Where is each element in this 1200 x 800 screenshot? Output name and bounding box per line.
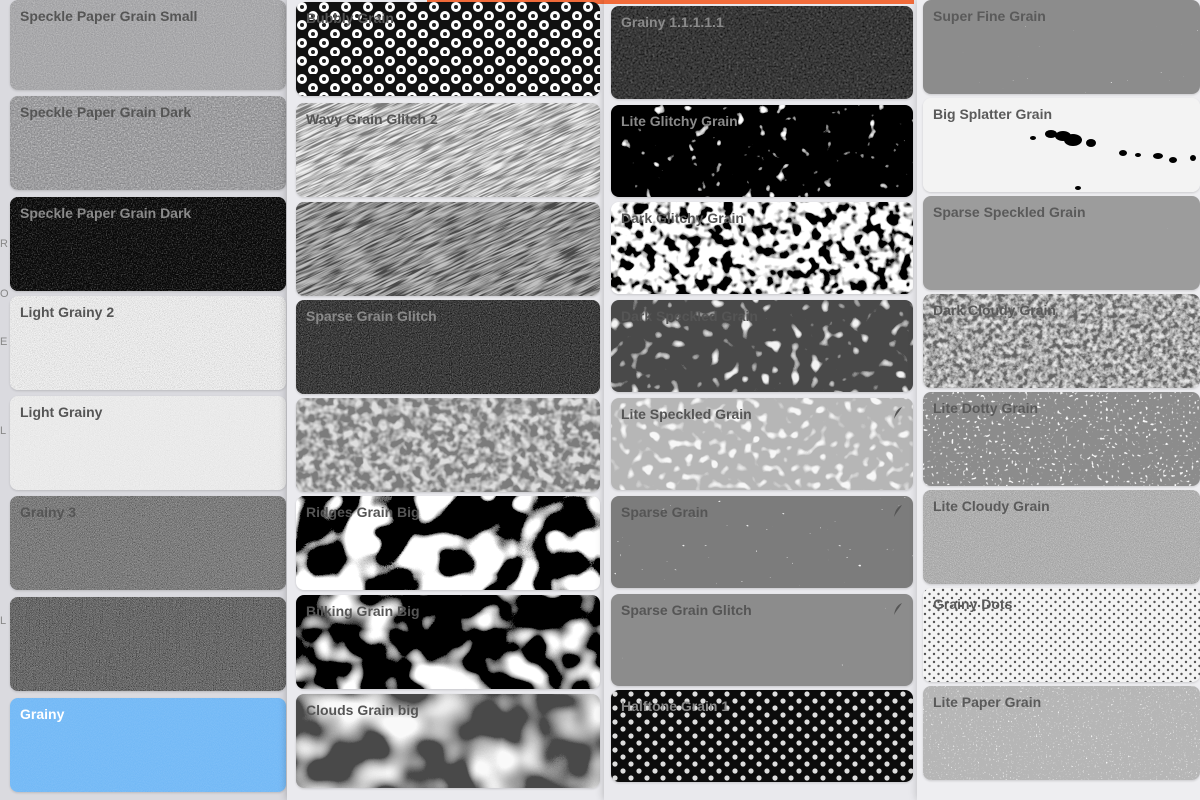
- brush-card[interactable]: Lite Dotty Grain: [923, 392, 1200, 486]
- edge-letter-strip: R O E L L: [0, 0, 10, 800]
- brush-name-label: Sparse Grain Glitch: [306, 308, 437, 324]
- brush-name-label: Lite Dotty Grain: [933, 400, 1039, 416]
- brush-name-label: Lite Glitchy Grain: [621, 113, 738, 129]
- brush-name-label: Dark Cloudy Grain: [933, 302, 1056, 318]
- brush-name-label: Clouds Grain big: [306, 702, 419, 718]
- brush-card[interactable]: Sparse Grain: [611, 496, 913, 588]
- brush-card[interactable]: Ridges Grain Big: [296, 496, 600, 590]
- brush-card[interactable]: Clouds Grain big: [296, 694, 600, 788]
- brush-name-label: Sparse Speckled Grain: [933, 204, 1086, 220]
- brush-name-label: Speckle Paper Grain Dark: [20, 205, 192, 221]
- brush-name-label: Super Fine Grain: [933, 8, 1046, 24]
- brush-column-4: Super Fine Grain Big Splatter Grain Spars…: [917, 0, 1200, 800]
- brush-name-label: Halftone Grain 1: [621, 698, 730, 714]
- edge-letter: R: [0, 238, 8, 250]
- brush-card[interactable]: Sparse Speckled Grain: [923, 196, 1200, 290]
- brush-name-label: Bubbly Grain: [306, 10, 394, 26]
- feather-icon: [894, 603, 902, 615]
- brush-name-label: Grainy 1.1.1.1.1: [621, 14, 724, 30]
- brush-card[interactable]: Speckle Paper Grain Dark: [10, 96, 286, 190]
- brush-card[interactable]: Light Grainy 2: [10, 296, 286, 390]
- brush-card[interactable]: Sparse Grain Glitch: [611, 594, 913, 686]
- brush-card[interactable]: Speckle Paper Grain Dark: [10, 197, 286, 291]
- brush-name-label: Grainy 3: [20, 504, 77, 520]
- brush-name-label: Dark Speckled Grain: [621, 308, 758, 324]
- brush-name-label: Grainy: [20, 706, 65, 722]
- brush-name-label: Lite Paper Grain: [933, 694, 1042, 710]
- brush-card[interactable]: Grainy 1.1.1.1.1: [611, 6, 913, 99]
- brush-card[interactable]: Light Grainy: [10, 396, 286, 490]
- brush-texture-preview: [296, 202, 600, 296]
- brush-name-label: Big Splatter Grain: [933, 106, 1053, 122]
- brush-name-label: Lite Speckled Grain: [621, 406, 752, 422]
- brush-card[interactable]: Super Fine Grain: [923, 0, 1200, 94]
- brush-card[interactable]: Bubbly Grain: [296, 2, 600, 96]
- brush-name-label: Wavy Grain Glitch 2: [306, 111, 438, 127]
- brush-card[interactable]: Lite Paper Grain: [923, 686, 1200, 780]
- brush-texture-preview: [10, 597, 286, 691]
- brush-name-label: Speckle Paper Grain Dark: [20, 104, 192, 120]
- brush-name-label: Ridges Grain Big: [306, 504, 420, 520]
- brush-name-label: Sparse Grain: [621, 504, 709, 520]
- brush-card[interactable]: Speckle Paper Grain Small: [10, 0, 286, 90]
- feather-icon: [894, 407, 902, 419]
- brush-name-label: Speckle Paper Grain Small: [20, 8, 198, 24]
- brush-card[interactable]: Sparse Grain Glitch: [296, 300, 600, 394]
- brush-card[interactable]: Lite Glitchy Grain: [611, 105, 913, 197]
- brush-column-3: Grainy 1.1.1.1.1 Lite Glitchy Grain Dark…: [604, 0, 920, 800]
- edge-letter: L: [0, 425, 7, 437]
- edge-letter: O: [0, 288, 9, 300]
- brush-card[interactable]: [10, 597, 286, 691]
- brush-column-1: Speckle Paper Grain Small Speckle Paper …: [0, 0, 290, 800]
- brush-texture-preview: [296, 398, 600, 492]
- edge-letter: E: [0, 336, 8, 348]
- brush-name-label: Light Grainy 2: [20, 304, 115, 320]
- brush-card[interactable]: Big Splatter Grain: [923, 98, 1200, 192]
- brush-name-label: Dark Glitchy Grain: [621, 210, 744, 226]
- brush-column-2: Bubbly Grain Wavy Grain Glitch 2 Sparse …: [287, 0, 607, 800]
- brush-name-label: Lite Cloudy Grain: [933, 498, 1050, 514]
- drag-highlight-bar: [604, 0, 914, 4]
- brush-card[interactable]: Grainy 3: [10, 496, 286, 590]
- brush-card[interactable]: Dark Glitchy Grain: [611, 202, 913, 294]
- brush-card[interactable]: [296, 398, 600, 492]
- brush-card[interactable]: Wavy Grain Glitch 2: [296, 103, 600, 197]
- brush-card[interactable]: Bilking Grain Big: [296, 595, 600, 689]
- brush-name-label: Light Grainy: [20, 404, 103, 420]
- brush-card[interactable]: Dark Cloudy Grain: [923, 294, 1200, 388]
- brush-card[interactable]: Halftone Grain 1: [611, 690, 913, 782]
- brush-name-label: Bilking Grain Big: [306, 603, 420, 619]
- brush-card[interactable]: Grainy Dots: [923, 588, 1200, 682]
- edge-letter: L: [0, 615, 7, 627]
- brush-card[interactable]: [296, 202, 600, 296]
- brush-card[interactable]: Dark Speckled Grain: [611, 300, 913, 392]
- brush-card[interactable]: Lite Cloudy Grain: [923, 490, 1200, 584]
- brush-card[interactable]: Grainy: [10, 698, 286, 792]
- brush-name-label: Sparse Grain Glitch: [621, 602, 752, 618]
- brush-card[interactable]: Lite Speckled Grain: [611, 398, 913, 490]
- feather-icon: [894, 505, 902, 517]
- brush-name-label: Grainy Dots: [933, 596, 1013, 612]
